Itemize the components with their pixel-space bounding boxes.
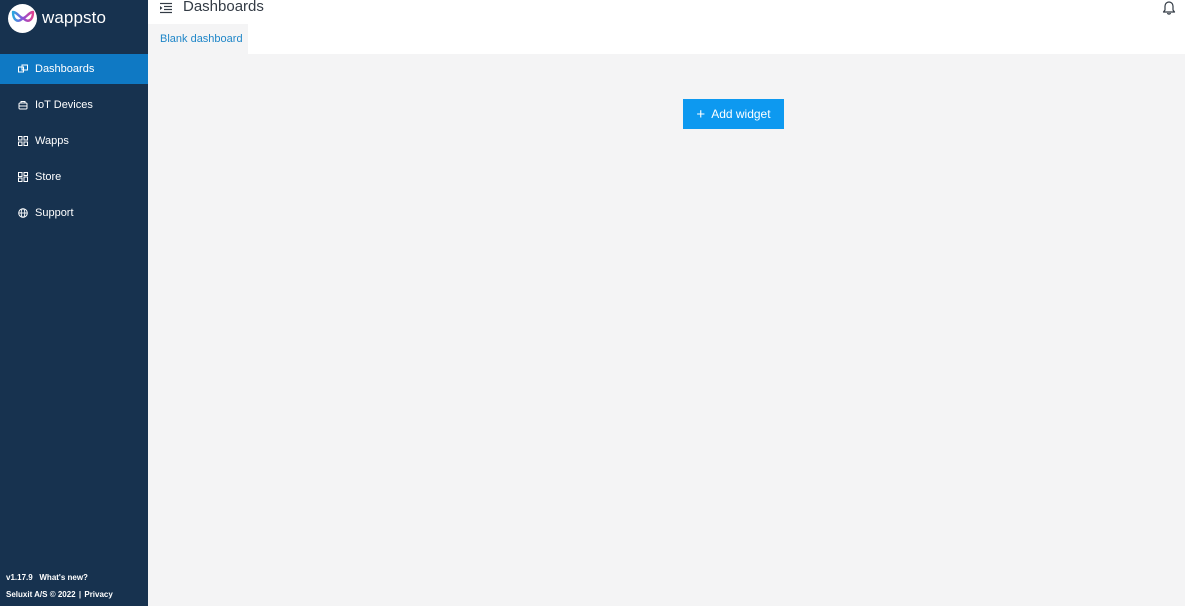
page-title: Dashboards (183, 0, 264, 15)
tab-label: Blank dashboard (160, 33, 243, 45)
sidebar-item-support[interactable]: Support (0, 198, 148, 228)
menu-collapse-icon[interactable] (160, 1, 172, 14)
sidebar-item-store[interactable]: Store (0, 162, 148, 192)
dashboard-icon (18, 64, 28, 74)
main-area: Dashboards Blank dashboard + Add widget (148, 0, 1185, 606)
privacy-link[interactable]: Privacy (84, 590, 112, 599)
globe-icon (18, 208, 28, 218)
tab-blank-dashboard[interactable]: Blank dashboard (148, 24, 248, 54)
dashboard-content: + Add widget (148, 54, 1185, 606)
version-row: v1.17.9 What's new? (6, 569, 113, 586)
sidebar-item-label: Dashboards (35, 63, 95, 75)
copyright-text: Seluxit A/S © 2022 (6, 590, 76, 599)
device-icon (18, 100, 28, 110)
top-header: Dashboards Blank dashboard (148, 0, 1185, 54)
notification-bell-icon[interactable] (1162, 0, 1176, 15)
plus-icon: + (696, 105, 706, 123)
sidebar-item-iot-devices[interactable]: IoT Devices (0, 90, 148, 120)
apps-grid-icon (18, 136, 28, 146)
sidebar-item-label: Wapps (35, 135, 69, 147)
version-label: v1.17.9 (6, 573, 33, 582)
sidebar-item-label: Store (35, 171, 62, 183)
brand-name: wappsto (42, 8, 107, 27)
wappsto-logo-icon (8, 3, 37, 33)
footer-separator: | (78, 590, 82, 599)
sidebar-footer: v1.17.9 What's new? Seluxit A/S © 2022 |… (6, 569, 113, 603)
store-icon (18, 172, 28, 182)
add-widget-label: Add widget (711, 107, 771, 121)
add-widget-button[interactable]: + Add widget (683, 99, 784, 129)
sidebar-item-dashboards[interactable]: Dashboards (0, 54, 148, 84)
sidebar-item-label: IoT Devices (35, 99, 93, 111)
sidebar-item-label: Support (35, 207, 74, 219)
whats-new-link[interactable]: What's new? (39, 573, 88, 582)
sidebar-nav: Dashboards IoT Devices Wapps Store Suppo… (0, 54, 148, 234)
brand[interactable]: wappsto (8, 3, 107, 33)
sidebar-item-wapps[interactable]: Wapps (0, 126, 148, 156)
sidebar: wappsto Dashboards IoT Devices Wapps Sto… (0, 0, 148, 606)
copyright-row: Seluxit A/S © 2022 | Privacy (6, 586, 113, 603)
